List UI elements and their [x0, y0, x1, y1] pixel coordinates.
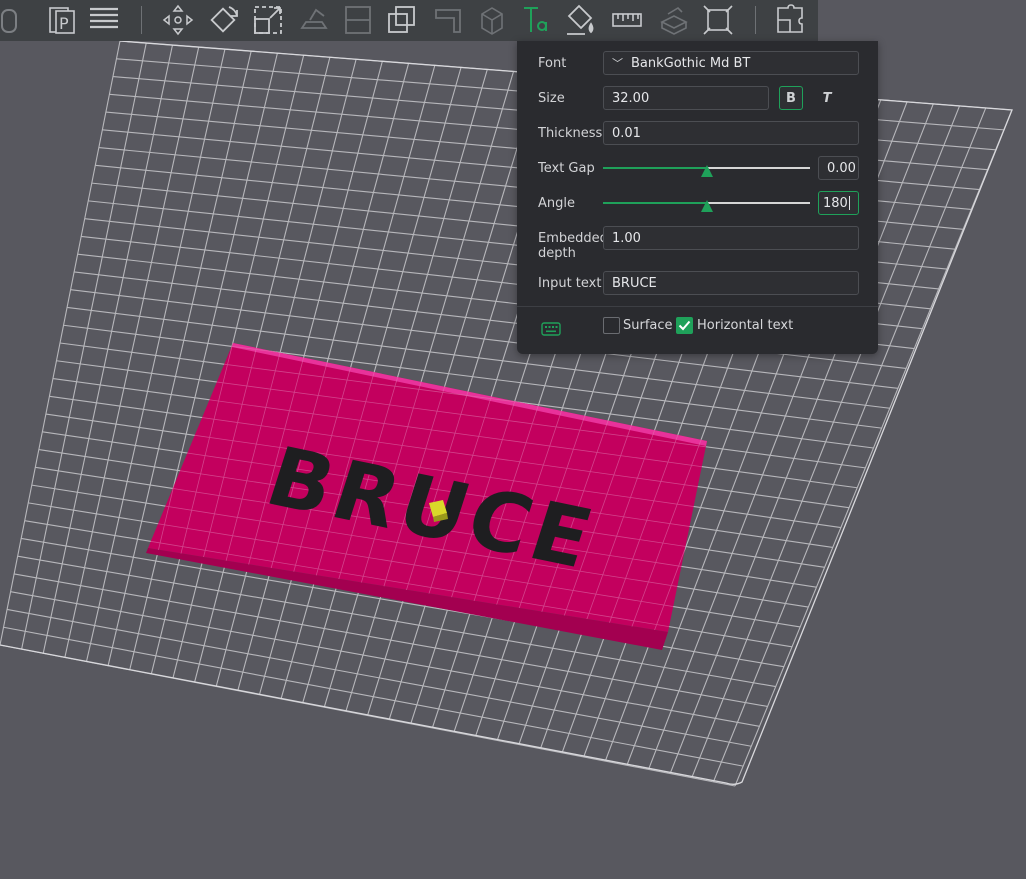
text-gap-input-value: 0.00	[827, 160, 856, 176]
surface-checkbox-label: Surface	[623, 318, 673, 333]
puzzle-icon	[777, 4, 803, 33]
text-gap-label: Text Gap	[538, 161, 595, 176]
italic-toggle-label: T	[822, 90, 832, 106]
input-text-field-value: BRUCE	[612, 275, 657, 291]
split-tool-button[interactable]	[700, 2, 736, 38]
support-tool-button[interactable]	[430, 2, 466, 38]
panel-divider	[517, 306, 878, 307]
font-label: Font	[538, 56, 567, 71]
angle-slider-fill	[603, 202, 707, 204]
arrange-tool-button[interactable]	[86, 2, 122, 38]
italic-toggle-button[interactable]: T	[815, 86, 839, 110]
measure-icon	[612, 13, 642, 27]
input-text-label: Input text	[538, 276, 602, 291]
embedded-depth-label-line2: depth	[538, 246, 576, 261]
input-text-field[interactable]: BRUCE	[603, 271, 859, 295]
chevron-down-icon: ﹀	[612, 57, 623, 70]
angle-slider-thumb[interactable]	[700, 200, 713, 212]
thickness-input[interactable]: 0.01	[603, 121, 859, 145]
move-icon	[162, 4, 194, 36]
lay-on-face-icon	[300, 8, 328, 29]
size-input[interactable]: 32.00	[603, 86, 769, 110]
text-gap-slider-thumb[interactable]	[700, 165, 713, 177]
cut-icon	[345, 6, 371, 34]
checkmark-icon	[678, 320, 691, 331]
color-paint-tool-button[interactable]	[563, 2, 599, 38]
scale-tool-button[interactable]	[250, 2, 286, 38]
text-gap-slider-fill	[603, 167, 707, 169]
boolean-tool-button[interactable]	[384, 2, 420, 38]
text-caret	[848, 196, 850, 210]
bold-toggle-button[interactable]: B	[779, 86, 803, 110]
keyboard-icon[interactable]	[541, 322, 561, 336]
measure-tool-button[interactable]	[609, 2, 645, 38]
rotate-icon	[210, 6, 238, 33]
color-paint-icon	[567, 4, 594, 35]
assembly-icon	[660, 6, 688, 35]
cut-tool-button[interactable]	[340, 2, 376, 38]
cube-tool-button[interactable]	[474, 2, 510, 38]
assembly-tool-button[interactable]	[656, 2, 692, 38]
support-paint-icon	[435, 9, 461, 33]
plate-tool-button[interactable]: P	[44, 2, 80, 38]
thickness-label: Thickness	[538, 126, 603, 141]
cube-icon	[481, 7, 503, 35]
text-gap-input[interactable]: 0.00	[818, 156, 859, 180]
toolbar-separator	[755, 6, 756, 34]
arrange-icon	[90, 7, 118, 29]
horizontal-text-checkbox[interactable]	[676, 317, 693, 334]
embedded-depth-input-value: 1.00	[612, 230, 641, 246]
text-tool-icon	[524, 7, 547, 32]
text-tool-button[interactable]	[518, 2, 554, 38]
size-input-value: 32.00	[612, 90, 650, 106]
surface-checkbox[interactable]	[603, 317, 620, 334]
text-gap-slider[interactable]	[603, 159, 810, 177]
cylinder-icon	[1, 9, 17, 33]
angle-input-value: 180	[823, 195, 848, 211]
embedded-depth-label-line1: Embedded	[538, 231, 608, 246]
font-select[interactable]: ﹀ BankGothic Md BT	[603, 51, 859, 75]
size-label: Size	[538, 91, 565, 106]
embedded-depth-input[interactable]: 1.00	[603, 226, 859, 250]
puzzle-tool-button[interactable]	[772, 2, 808, 38]
rotate-tool-button[interactable]	[205, 2, 241, 38]
main-toolbar: P	[0, 0, 818, 41]
thickness-input-value: 0.01	[612, 125, 641, 141]
font-select-value: BankGothic Md BT	[631, 55, 751, 71]
angle-slider[interactable]	[603, 194, 810, 212]
lay-on-face-tool-button[interactable]	[296, 2, 332, 38]
boolean-icon	[388, 6, 415, 33]
move-tool-button[interactable]	[160, 2, 196, 38]
cylinder-tool-button[interactable]	[0, 2, 28, 38]
split-icon	[703, 5, 733, 35]
angle-label: Angle	[538, 196, 575, 211]
angle-input[interactable]: 180	[818, 191, 859, 215]
text-tool-panel: Font ﹀ BankGothic Md BT Size 32.00 B T T…	[517, 41, 878, 354]
toolbar-separator	[141, 6, 142, 34]
svg-text:P: P	[59, 14, 69, 33]
horizontal-text-checkbox-label: Horizontal text	[697, 318, 794, 333]
plate-icon: P	[49, 7, 75, 34]
scale-icon	[254, 6, 282, 34]
bold-toggle-label: B	[786, 90, 796, 106]
